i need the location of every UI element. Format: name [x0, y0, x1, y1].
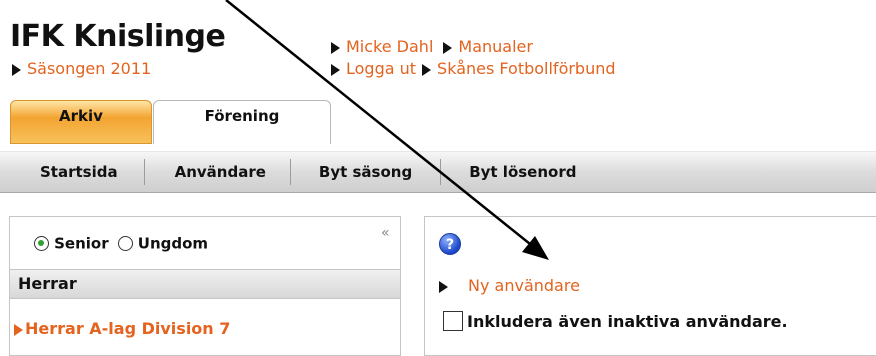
annotation-arrow: [225, 0, 549, 260]
annotation-arrow-line: [225, 0, 541, 253]
